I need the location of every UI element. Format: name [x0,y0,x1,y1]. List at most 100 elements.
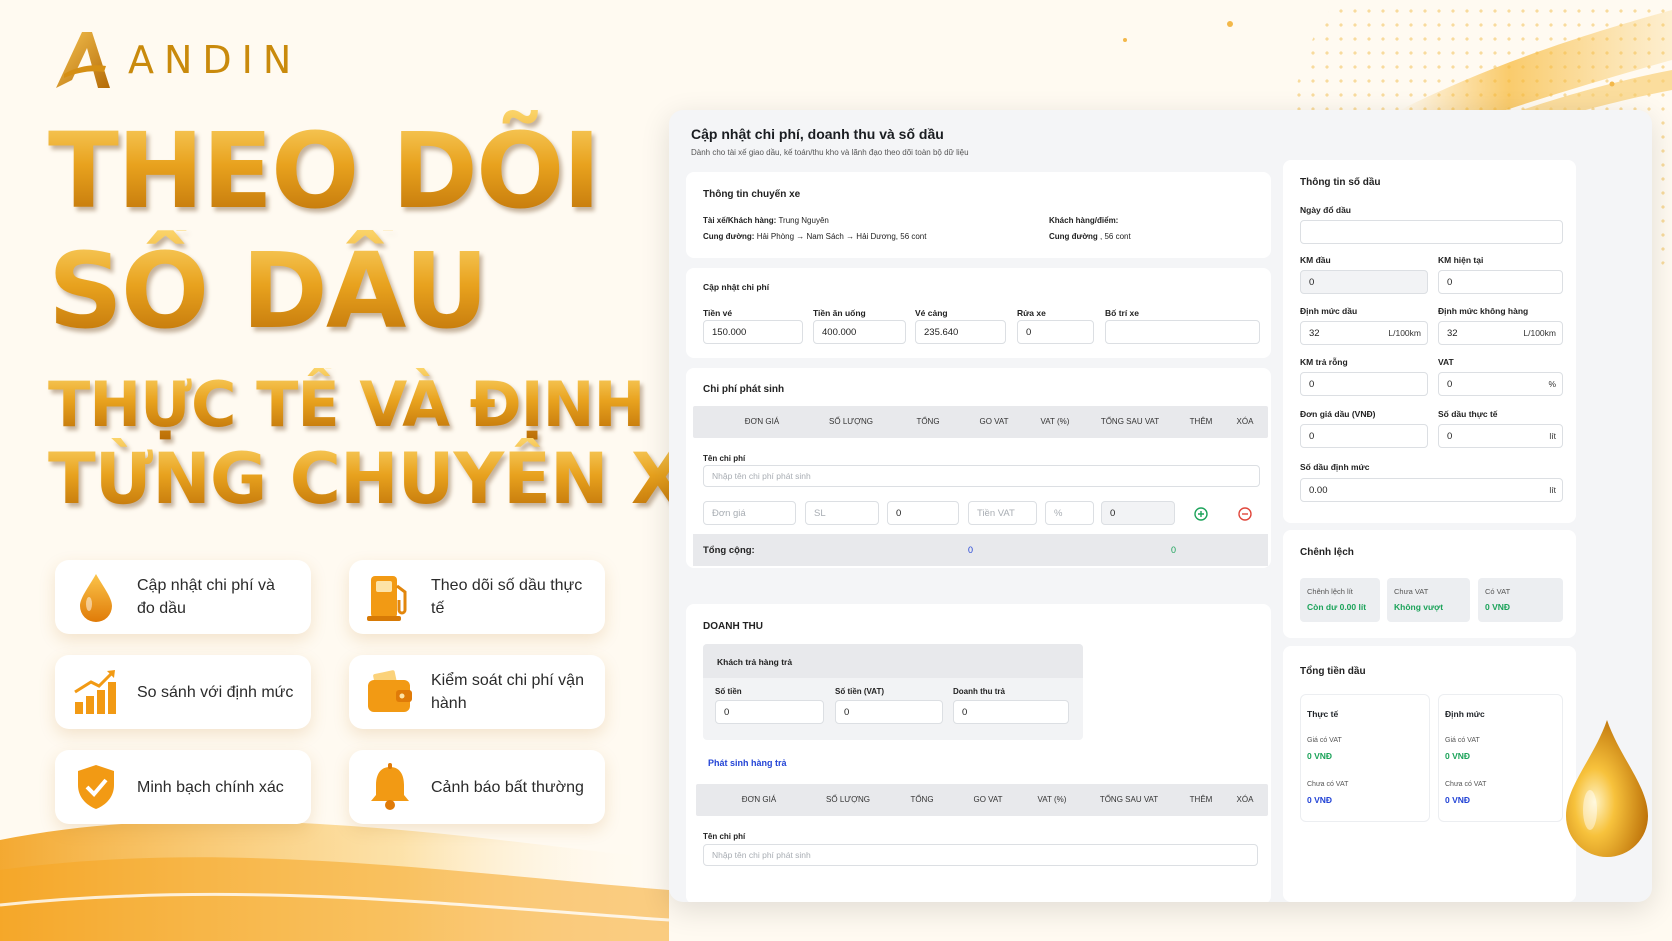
col-header: SỐ LƯỢNG [829,417,873,426]
difference-card: Chênh lệch Chênh lệch lít Còn dư 0.00 lít… [1283,530,1576,638]
page-subtitle: Dành cho tài xế giao dầu, kế toán/thu kh… [691,148,969,157]
customer-row: Khách hàng/điểm: [1049,216,1118,225]
feature-card-alert: Cảnh báo bất thường [349,750,605,824]
fuel-date-input[interactable] [1300,220,1563,244]
fuel-norm-empty-unit: L/100km [1523,328,1556,338]
vat-amount-input[interactable]: Tiền VAT [968,501,1037,525]
arrange-label: Bố trí xe [1105,308,1140,318]
quantity-input[interactable]: SL [805,501,879,525]
cost-name-label: Tên chi phí [703,454,746,463]
feature-label: So sánh với định mức [137,683,294,701]
col-header: XÓA [1236,417,1254,426]
fuel-actual-unit: lít [1549,431,1556,441]
actual-vat-value: 0 VNĐ [1307,751,1333,761]
return-cost-link[interactable]: Phát sinh hàng trả [708,758,787,768]
cost-name-input[interactable]: Nhập tên chi phí phát sinh [703,465,1260,487]
km-start-input[interactable]: 0 [1300,270,1428,294]
km-now-input[interactable]: 0 [1438,270,1563,294]
fuel-norm-label: Định mức dầu [1300,306,1358,316]
extra-cost-table-header: ĐƠN GIÁ SỐ LƯỢNG TỔNG GO VAT VAT (%) TỔN… [693,406,1268,438]
fuel-info-title: Thông tin số dầu [1300,177,1381,188]
vat-input[interactable]: 0% [1438,372,1563,396]
fuel-pump-icon [367,576,407,621]
headline-line-4: TỪNG CHUYẾN XE [48,438,732,520]
driver-row: Tài xế/Khách hàng: Trung Nguyên [703,216,829,225]
col-header: TỔNG SAU VAT [1100,417,1160,426]
vat-percent-input[interactable]: % [1045,501,1094,525]
total-sum: 0 [968,545,974,555]
fuel-price-input[interactable]: 0 [1300,424,1428,448]
norm-vat-label: Giá có VAT [1445,737,1480,744]
revenue-return-label: Doanh thu trả [953,687,1005,696]
arrange-input[interactable] [1105,320,1260,344]
cost-update-title: Cập nhật chi phí [703,282,770,292]
route-label: Cung đường: [703,232,755,241]
port-label: Vé cảng [915,308,948,318]
golden-oil-drop-icon [1566,720,1648,857]
fuel-norm-empty-input[interactable]: 32 L/100km [1438,321,1563,345]
add-row-icon[interactable] [1194,507,1208,521]
brand-name: ANDIN [128,38,302,82]
return-cost-name-input[interactable]: Nhập tên chi phí phát sinh [703,844,1258,866]
meal-input[interactable]: 400.000 [813,320,906,344]
fuel-norm-value: 32 [1309,327,1320,339]
ticket-label: Tiền vé [703,308,733,318]
unit-price-input[interactable]: Đơn giá [703,501,796,525]
feature-card-compare: So sánh với định mức [55,655,311,729]
vat-unit: % [1548,379,1556,389]
app-panel: Cập nhật chi phí, doanh thu và số dầu Dà… [669,110,1652,902]
fuel-actual-input[interactable]: 0 lít [1438,424,1563,448]
difference-title: Chênh lệch [1300,547,1354,558]
norm-vat-value: 0 VNĐ [1445,751,1471,761]
vat-label: VAT [1438,357,1454,367]
route2-value: , 56 cont [1097,232,1131,241]
chip-label: Có VAT [1485,587,1511,596]
route-row: Cung đường: Hải Phòng → Nam Sách → Hải D… [703,232,926,241]
wash-input[interactable]: 0 [1017,320,1094,344]
col-header: GO VAT [973,795,1003,804]
fuel-norm-empty-label: Định mức không hàng [1438,306,1529,316]
revenue-return-input[interactable]: 0 [953,700,1069,724]
feature-label: Kiểm soát chi phí vận hành [431,672,584,712]
fuel-norm-total-input[interactable]: 0.00 lít [1300,478,1563,502]
total-actual-title: Thực tế [1307,709,1339,719]
return-box: Khách trả hàng trả Số tiền 0 Số tiền (VA… [703,644,1083,740]
amount-vat-input[interactable]: 0 [835,700,943,724]
port-input[interactable]: 235.640 [915,320,1006,344]
return-table-header: ĐƠN GIÁ SỐ LƯỢNG TỔNG GO VAT VAT (%) TỔN… [696,784,1268,816]
diff-chip-no-vat: Chưa VAT Không vượt [1387,578,1470,622]
trip-info-card: Thông tin chuyến xe Tài xế/Khách hàng: T… [686,172,1271,258]
norm-novat-label: Chưa có VAT [1445,781,1487,788]
fuel-norm-unit: L/100km [1388,328,1421,338]
norm-novat-value: 0 VNĐ [1445,795,1471,805]
cost-update-card: Cập nhật chi phí Tiền vé 150.000 Tiền ăn… [686,268,1271,358]
km-empty-label: KM trả rỗng [1300,357,1348,367]
km-empty-input[interactable]: 0 [1300,372,1428,396]
chip-value: 0 VNĐ [1485,602,1511,612]
route-value: Hải Phòng → Nam Sách → Hải Dương, 56 con… [754,232,927,241]
feature-card-control-cost: Kiểm soát chi phí vận hành [349,655,605,729]
feature-label: Cập nhật chi phí và đo dầu [137,577,275,617]
remove-row-icon[interactable] [1238,507,1252,521]
fuel-actual-label: Số dầu thực tế [1438,409,1498,419]
feature-label: Minh bạch chính xác [137,778,284,796]
after-vat-input[interactable]: 0 [1101,501,1175,525]
route2-row: Cung đường , 56 cont [1049,232,1131,241]
driver-label: Tài xế/Khách hàng: [703,216,777,225]
return-cost-name-label: Tên chi phí [703,832,746,841]
ticket-input[interactable]: 150.000 [703,320,803,344]
amount-input[interactable]: 0 [715,700,824,724]
return-box-title: Khách trả hàng trả [717,657,793,667]
col-header: THÊM [1189,417,1213,426]
diff-chip-vat: Có VAT 0 VNĐ [1478,578,1563,622]
feature-label: Theo dõi số dầu thực tế [431,577,583,617]
col-header: ĐƠN GIÁ [744,417,780,426]
fuel-norm-total-label: Số dầu định mức [1300,462,1370,472]
chip-value: Không vượt [1394,602,1444,612]
feature-card-update-cost: Cập nhật chi phí và đo dầu [55,560,311,634]
route2-label: Cung đường [1049,232,1098,241]
fuel-norm-input[interactable]: 32 L/100km [1300,321,1428,345]
total-input[interactable]: 0 [887,501,959,525]
andin-logo-icon [56,32,110,88]
total-label: Tổng cộng: [703,545,755,556]
